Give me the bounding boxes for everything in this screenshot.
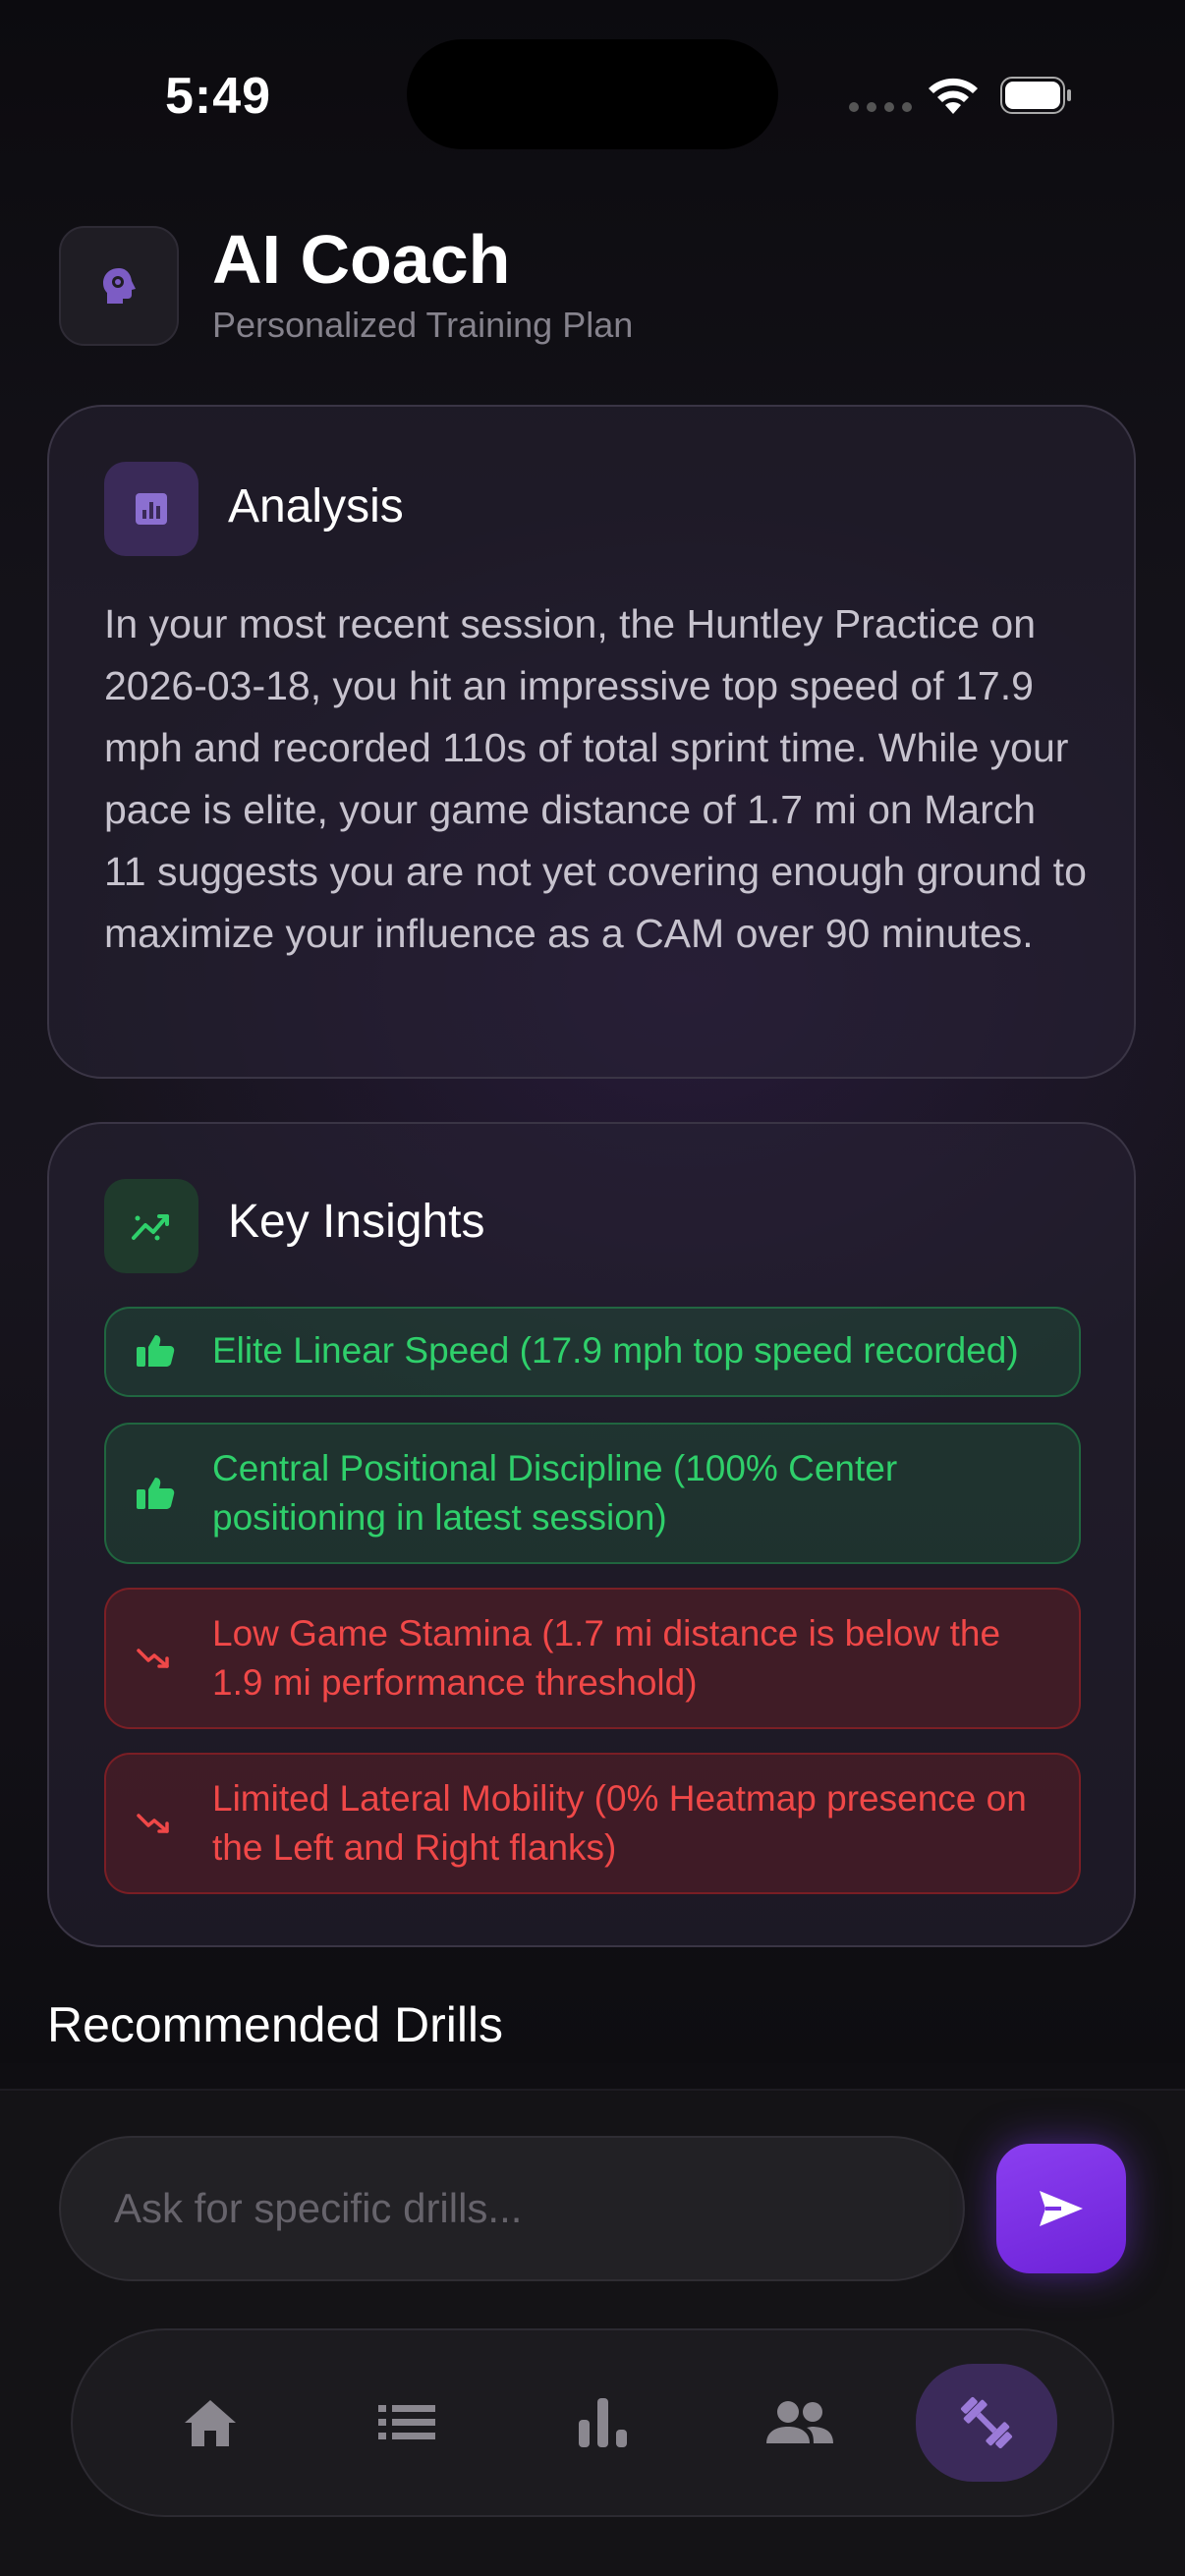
page-title: AI Coach	[212, 221, 511, 298]
page-subtitle: Personalized Training Plan	[212, 305, 634, 345]
insight-text: Low Game Stamina (1.7 mi distance is bel…	[212, 1613, 1001, 1703]
tab-stats[interactable]	[544, 2366, 662, 2480]
bar-chart-icon	[579, 2398, 627, 2447]
tab-bar	[71, 2328, 1114, 2517]
insight-item: Limited Lateral Mobility (0% Heatmap pre…	[104, 1753, 1081, 1894]
send-button[interactable]	[996, 2144, 1126, 2273]
analysis-text: In your most recent session, the Huntley…	[104, 601, 1087, 956]
trending-down-icon	[136, 1609, 191, 1708]
insight-text: Central Positional Discipline (100% Cent…	[212, 1448, 898, 1538]
insight-text: Limited Lateral Mobility (0% Heatmap pre…	[212, 1778, 1027, 1868]
tab-home[interactable]	[151, 2366, 269, 2480]
recommended-drills-title: Recommended Drills	[47, 1997, 504, 2052]
tab-team[interactable]	[741, 2366, 859, 2480]
trending-up-icon	[104, 1179, 198, 1273]
thumbs-up-icon	[136, 1326, 191, 1375]
home-icon	[185, 2400, 236, 2446]
people-icon	[766, 2401, 833, 2443]
chat-input[interactable]	[59, 2136, 965, 2281]
analytics-icon	[104, 462, 198, 556]
battery-icon	[1000, 77, 1071, 114]
tab-list[interactable]	[348, 2366, 466, 2480]
tab-training[interactable]	[916, 2364, 1057, 2482]
wifi-icon	[929, 78, 978, 114]
cellular-signal-icon	[849, 102, 912, 112]
brain-head-icon	[103, 268, 136, 304]
insight-item: Elite Linear Speed (17.9 mph top speed r…	[104, 1307, 1081, 1397]
coach-avatar-icon	[59, 226, 179, 346]
list-icon	[378, 2405, 435, 2439]
send-icon	[1040, 2191, 1083, 2226]
trending-down-icon	[136, 1774, 191, 1873]
insight-item: Central Positional Discipline (100% Cent…	[104, 1423, 1081, 1564]
insight-text: Elite Linear Speed (17.9 mph top speed r…	[212, 1330, 1019, 1371]
dumbbell-icon	[960, 2396, 1013, 2449]
thumbs-up-icon	[136, 1444, 191, 1542]
status-time: 5:49	[165, 68, 272, 125]
insights-card: Key Insights Elite Linear Speed (17.9 mp…	[47, 1122, 1136, 1947]
analysis-card: Analysis In your most recent session, th…	[47, 405, 1136, 1079]
insights-title: Key Insights	[228, 1196, 485, 1248]
analysis-title: Analysis	[228, 480, 404, 532]
insight-item: Low Game Stamina (1.7 mi distance is bel…	[104, 1588, 1081, 1729]
dynamic-island	[407, 39, 778, 149]
